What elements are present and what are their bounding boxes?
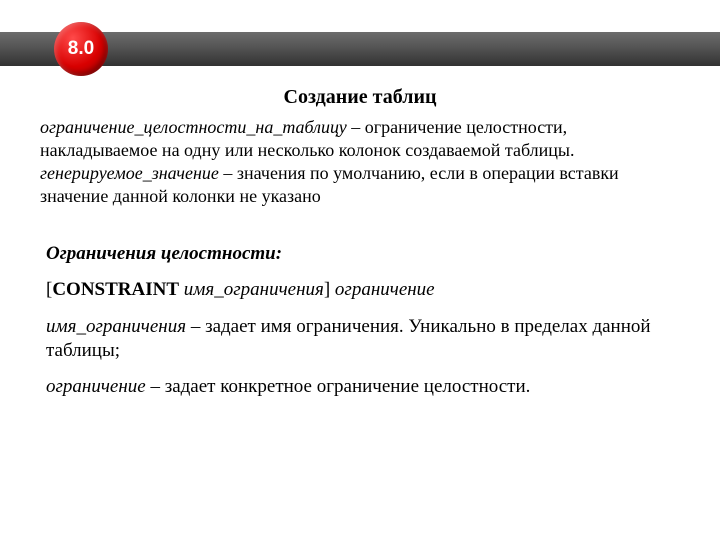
page-title: Создание таблиц bbox=[0, 86, 720, 109]
arg-constraint-name: имя_ограничения bbox=[184, 279, 324, 300]
arg-constraint: ограничение bbox=[335, 279, 435, 300]
subject-label: SQL bbox=[130, 14, 164, 32]
syntax-line: [CONSTRAINT имя_ограничения] ограничение bbox=[46, 278, 674, 302]
slide: 8.0 SQL Создание таблиц ограничение_цело… bbox=[0, 0, 720, 540]
intro-block: ограничение_целостности_на_таблицу – огр… bbox=[40, 116, 680, 208]
version-text: 8.0 bbox=[68, 38, 94, 60]
term-constraint: ограничение bbox=[46, 376, 146, 397]
section-heading: Ограничения целостности: bbox=[46, 242, 674, 266]
term-generated-value: генерируемое_значение bbox=[40, 163, 219, 183]
term-table-constraint: ограничение_целостности_на_таблицу bbox=[40, 117, 347, 137]
definition-constraint: ограничение – задает конкретное ограниче… bbox=[46, 375, 674, 399]
term-constraint-desc: – задает конкретное ограничение целостно… bbox=[146, 376, 531, 397]
header-bar bbox=[0, 32, 720, 66]
keyword-constraint: CONSTRAINT bbox=[52, 279, 179, 300]
constraints-block: Ограничения целостности: [CONSTRAINT имя… bbox=[46, 242, 674, 412]
version-badge: 8.0 bbox=[54, 22, 108, 76]
definition-name: имя_ограничения – задает имя ограничения… bbox=[46, 315, 674, 364]
term-constraint-name: имя_ограничения bbox=[46, 316, 186, 337]
bracket-close: ] bbox=[324, 279, 335, 300]
